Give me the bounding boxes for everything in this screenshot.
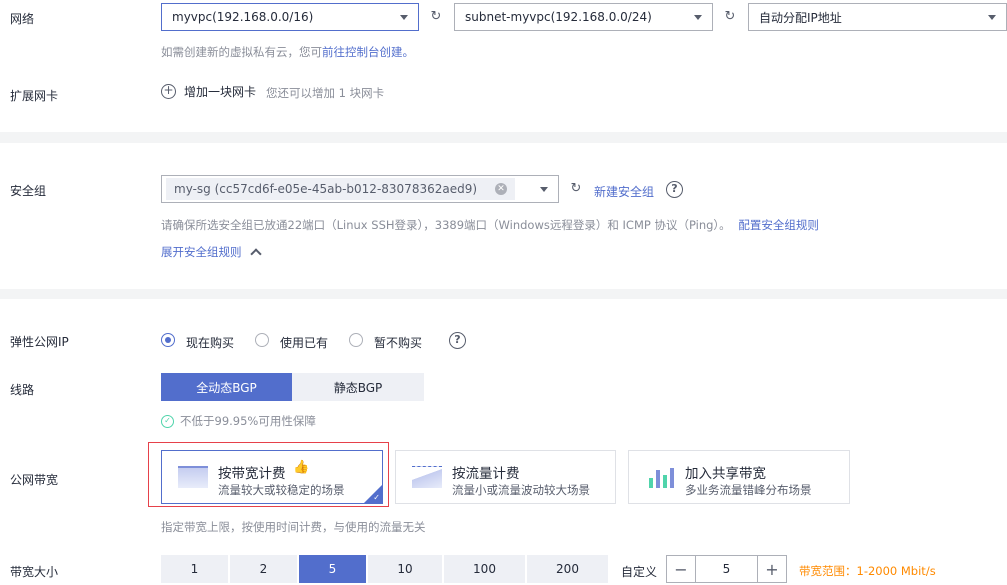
bandwidth-range-note: 带宽范围：1-2000 Mbit/s: [799, 564, 936, 578]
ip-select[interactable]: 自动分配IP地址: [748, 3, 1007, 31]
add-nic-button[interactable]: + 增加一块网卡: [161, 83, 256, 100]
size-option-1[interactable]: 1: [161, 555, 228, 583]
card-bandwidth-title: 按带宽计费: [218, 466, 286, 482]
card-bandwidth-billing[interactable]: 按带宽计费 👍 流量较大或较稳定的场景 ✓: [161, 450, 383, 504]
vpc-select[interactable]: myvpc(192.168.0.0/16): [161, 3, 419, 31]
line-dynamic-bgp[interactable]: 全动态BGP: [161, 373, 292, 401]
help-icon[interactable]: ?: [666, 181, 683, 198]
radio-buy-now[interactable]: [161, 333, 175, 347]
network-hint: 如需创建新的虚拟私有云，您可前往控制台创建。: [161, 44, 414, 60]
clear-icon[interactable]: ✕: [495, 183, 508, 195]
stepper-plus-button[interactable]: +: [757, 556, 786, 582]
guarantee-note: ✓ 不低于99.95%可用性保障: [161, 413, 316, 429]
eip-label: 弹性公网IP: [10, 335, 69, 349]
size-option-10[interactable]: 10: [368, 555, 442, 583]
refresh-icon[interactable]: ↻: [429, 10, 443, 24]
security-hint-text: 请确保所选安全组已放通22端口（Linux SSH登录），3389端口（Wind…: [161, 218, 731, 232]
shared-bandwidth-icon: [645, 466, 675, 488]
nic-label: 扩展网卡: [10, 89, 59, 103]
size-label: 带宽大小: [10, 565, 59, 579]
vpc-select-value: myvpc(192.168.0.0/16): [172, 10, 314, 24]
bandwidth-hint: 指定带宽上限，按使用时间计费，与使用的流量无关: [161, 520, 426, 534]
size-option-5[interactable]: 5: [299, 555, 366, 583]
stepper-value-input[interactable]: 5: [696, 562, 757, 576]
console-create-link[interactable]: 前往控制台创建。: [322, 45, 414, 59]
new-security-group-link[interactable]: 新建安全组: [594, 183, 654, 200]
guarantee-text: 不低于99.95%可用性保障: [180, 414, 316, 428]
card-bandwidth-sub: 流量较大或较稳定的场景: [218, 483, 345, 497]
eip-section: 弹性公网IP 现在购买 使用已有 暂不购买 ? 线路 全动态BGP 静态BGP …: [0, 299, 1007, 585]
card-traffic-sub: 流量小或流量波动较大场景: [452, 483, 590, 497]
bandwidth-label: 公网带宽: [10, 473, 59, 487]
network-label: 网络: [10, 12, 35, 26]
security-group-tag: my-sg (cc57cd6f-e05e-45ab-b012-83078362a…: [166, 178, 516, 200]
stepper-minus-button[interactable]: −: [667, 556, 696, 582]
network-section: 网络 myvpc(192.168.0.0/16) ↻ subnet-myvpc(…: [0, 0, 1007, 132]
card-traffic-billing[interactable]: 按流量计费 流量小或流量波动较大场景: [395, 450, 616, 504]
security-label: 安全组: [10, 184, 47, 198]
checkmark-icon: ✓: [373, 493, 380, 502]
size-option-2[interactable]: 2: [230, 555, 297, 583]
chevron-up-icon: [249, 248, 262, 260]
size-option-200[interactable]: 200: [527, 555, 608, 583]
card-traffic-title: 按流量计费: [452, 466, 520, 482]
check-circle-icon: ✓: [161, 414, 174, 428]
ip-select-value: 自动分配IP地址: [759, 10, 842, 25]
size-option-100[interactable]: 100: [444, 555, 525, 583]
radio-buy-now-label: 现在购买: [186, 336, 235, 350]
refresh-icon[interactable]: ↻: [569, 182, 583, 196]
bandwidth-chart-icon: [178, 466, 208, 488]
radio-not-buy[interactable]: [349, 333, 363, 347]
config-rules-link[interactable]: 配置安全组规则: [738, 218, 819, 232]
custom-label: 自定义: [621, 565, 658, 579]
security-group-select[interactable]: my-sg (cc57cd6f-e05e-45ab-b012-83078362a…: [161, 175, 559, 203]
line-label: 线路: [10, 383, 35, 397]
card-shared-title: 加入共享带宽: [685, 466, 766, 482]
radio-use-existing[interactable]: [255, 333, 269, 347]
security-section: 安全组 my-sg (cc57cd6f-e05e-45ab-b012-83078…: [0, 143, 1007, 289]
add-nic-label: 增加一块网卡: [184, 85, 257, 99]
card-shared-bandwidth[interactable]: 加入共享带宽 多业务流量错峰分布场景: [628, 450, 850, 504]
chevron-down-icon: [988, 15, 996, 20]
chevron-down-icon: [400, 15, 408, 20]
expand-rules-label: 展开安全组规则: [161, 245, 242, 259]
radio-use-existing-label: 使用已有: [280, 336, 329, 350]
subnet-select-value: subnet-myvpc(192.168.0.0/24): [465, 10, 652, 24]
expand-rules-toggle[interactable]: 展开安全组规则: [161, 244, 262, 260]
traffic-chart-icon: [412, 466, 442, 488]
chevron-down-icon: [694, 15, 702, 20]
radio-not-buy-label: 暂不购买: [374, 336, 423, 350]
line-static-bgp[interactable]: 静态BGP: [292, 373, 424, 401]
network-hint-text: 如需创建新的虚拟私有云，您可: [161, 45, 322, 59]
refresh-icon[interactable]: ↻: [723, 10, 737, 24]
plus-circle-icon: +: [161, 84, 176, 99]
security-group-tag-label: my-sg (cc57cd6f-e05e-45ab-b012-83078362a…: [174, 182, 478, 196]
thumbs-up-icon: 👍: [293, 460, 310, 475]
nic-hint: 您还可以增加 1 块网卡: [266, 86, 385, 100]
chevron-down-icon: [540, 187, 548, 192]
bandwidth-stepper: − 5 +: [666, 555, 787, 583]
card-shared-sub: 多业务流量错峰分布场景: [685, 483, 812, 497]
help-icon[interactable]: ?: [449, 332, 466, 349]
subnet-select[interactable]: subnet-myvpc(192.168.0.0/24): [454, 3, 713, 31]
security-hint: 请确保所选安全组已放通22端口（Linux SSH登录），3389端口（Wind…: [161, 217, 819, 233]
